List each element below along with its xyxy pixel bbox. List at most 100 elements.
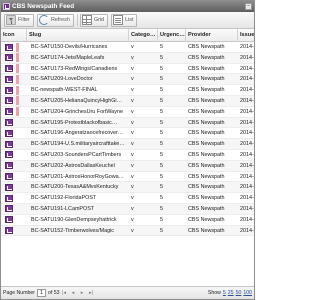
provider-cell: CBS Newspath	[188, 97, 225, 104]
column-header-slug[interactable]: Slug	[27, 29, 129, 42]
slug-cell: BC-SATU195-Protestblackofbasic…	[31, 119, 118, 126]
table-row[interactable]: BC-SATU152-Timberwolves/Magic v 5 CBS Newsp…	[1, 225, 254, 237]
list-view-button[interactable]: List	[111, 13, 138, 27]
toolbar-divider	[76, 14, 78, 26]
video-item-icon	[5, 173, 13, 181]
new-item-flag	[16, 85, 19, 95]
page-size-option[interactable]: 50	[236, 290, 242, 296]
new-item-flag	[16, 74, 19, 84]
slug-cell: BC-SATU202-AstrosDallasKeuchel	[31, 162, 115, 169]
collapse-button[interactable]: –	[245, 3, 252, 10]
table-row[interactable]: BC-SATU209-LoveDoctor v 5 CBS Newspath 2014-…	[1, 74, 254, 86]
page-size-option[interactable]: 25	[228, 290, 234, 296]
provider-cell: CBS Newspath	[188, 195, 225, 202]
urgency-cell: 5	[160, 216, 163, 223]
category-cell: v	[131, 76, 134, 83]
column-header-category[interactable]: Catego…	[129, 29, 158, 42]
table-row[interactable]: BC-SATU192-FloridaPOST v 5 CBS Newspath 2014…	[1, 193, 254, 204]
table-row[interactable]: BC-SATU150-Devils/Hurricanes v 5 CBS Newspa…	[1, 42, 254, 53]
new-item-flag	[16, 140, 19, 149]
category-cell: v	[131, 108, 134, 115]
category-cell: v	[131, 184, 134, 191]
video-item-icon	[5, 151, 13, 159]
table-row[interactable]: BC-SATU195-Protestblackofbasic… v 5 CBS New…	[1, 117, 254, 129]
grid-header: Icon Slug Catego… Urgenc… Provider Issue…	[1, 29, 254, 42]
video-item-icon	[5, 162, 13, 170]
provider-cell: CBS Newspath	[188, 205, 225, 212]
video-item-icon	[5, 119, 13, 127]
slug-cell: BC-SATU194-U.S.militaryaircrafttake…	[31, 141, 125, 148]
slug-cell: BC-SATU209-LoveDoctor	[31, 76, 93, 83]
column-header-issue-date[interactable]: Issue D	[238, 29, 254, 42]
new-item-flag	[16, 194, 19, 203]
provider-cell: CBS Newspath	[188, 162, 225, 169]
row-icon-cell	[1, 118, 27, 128]
last-page-icon[interactable]: ▸|	[88, 290, 95, 297]
first-page-icon[interactable]: |◂	[61, 290, 68, 297]
category-cell: v	[131, 130, 134, 137]
list-label: List	[125, 17, 134, 23]
slug-cell: BC-SATU173-RedWings/Canadiens	[31, 65, 118, 72]
table-row[interactable]: BC-SATU204-GrinchesUru FortWayne v 5 CBS Ne…	[1, 107, 254, 118]
newspath-feed-window: CBS Newspath Feed – Filter Refresh Grid …	[0, 0, 255, 300]
table-row[interactable]: BC-SATU201-AstrosHonorRoyGowa… v 5 CBS News…	[1, 172, 254, 183]
issue-date-cell: 2014-0	[240, 184, 254, 191]
new-item-flag	[16, 204, 19, 213]
video-item-icon	[5, 43, 13, 51]
page-size-option[interactable]: 100	[243, 290, 252, 296]
issue-date-cell: 2014-0	[240, 108, 254, 115]
issue-date-cell: 2014-0	[240, 54, 254, 61]
row-icon-cell	[1, 128, 27, 138]
new-item-flag	[16, 161, 19, 170]
row-icon-cell	[1, 53, 27, 63]
table-row[interactable]: BC-SATU202-AstrosDallasKeuchel v 5 CBS News…	[1, 160, 254, 172]
prev-page-icon[interactable]: ◂	[70, 290, 77, 297]
table-row[interactable]: BC-SATU190-GlenDempseyhattrick v 5 CBS News…	[1, 215, 254, 226]
table-row[interactable]: BC-newspath-WEST-FINAL v 5 CBS Newspath 2014…	[1, 85, 254, 96]
issue-date-cell: 2014-0	[240, 162, 254, 169]
table-row[interactable]: BC-SATU203-SoundersPCartTimbers v 5 CBS New…	[1, 150, 254, 161]
slug-cell: BC-SATU201-AstrosHonorRoyGowa…	[31, 173, 125, 180]
table-row[interactable]: BC-SATU200-TexasA&MvsKentucky v 5 CBS Newsp…	[1, 182, 254, 194]
video-item-icon	[5, 129, 13, 137]
column-header-icon[interactable]: Icon	[1, 29, 27, 42]
urgency-cell: 5	[160, 87, 163, 94]
refresh-button[interactable]: Refresh	[36, 13, 74, 27]
new-item-flag	[16, 172, 19, 181]
column-header-urgency[interactable]: Urgenc…	[158, 29, 186, 42]
grid-icon	[81, 15, 92, 25]
grid-view-button[interactable]: Grid	[79, 13, 109, 27]
page-count-text: of 53	[48, 290, 60, 296]
slug-cell: BC-SATU192-FloridaPOST	[31, 195, 97, 202]
slug-cell: BC-SATU191-LCamPOST	[31, 205, 95, 212]
new-item-flag	[16, 107, 19, 117]
category-cell: v	[131, 205, 134, 212]
issue-date-cell: 2014-0	[240, 97, 254, 104]
toolbar: Filter Refresh Grid List	[1, 12, 254, 29]
slug-cell: BC-SATU174-Jets/MapleLeafs	[31, 54, 105, 61]
row-icon-cell	[1, 204, 27, 214]
category-cell: v	[131, 227, 134, 234]
slug-cell: BC-newspath-WEST-FINAL	[31, 87, 98, 94]
issue-date-cell: 2014-0	[240, 76, 254, 83]
table-row[interactable]: BC-SATU196-Angeratzaocefrecover… v 5 CBS Ne…	[1, 128, 254, 140]
page-size-option[interactable]: 5	[223, 290, 226, 296]
new-item-flag	[16, 129, 19, 138]
table-row[interactable]: BC-SATU174-Jets/MapleLeafs v 5 CBS Newspath…	[1, 52, 254, 64]
page-number-input[interactable]: 1	[37, 289, 47, 297]
table-row[interactable]: BC-SATU194-U.S.militaryaircrafttake… v 5 CB…	[1, 139, 254, 150]
table-row[interactable]: BC-SATU191-LCamPOST v 5 CBS Newspath 2014-0	[1, 203, 254, 215]
urgency-cell: 5	[160, 162, 163, 169]
category-cell: v	[131, 141, 134, 148]
list-icon	[113, 15, 124, 25]
row-icon-cell	[1, 182, 27, 192]
category-cell: v	[131, 173, 134, 180]
next-page-icon[interactable]: ▸	[79, 290, 86, 297]
urgency-cell: 5	[160, 195, 163, 202]
column-header-provider[interactable]: Provider	[186, 29, 238, 42]
table-row[interactable]: BC-SATU173-RedWings/Canadiens v 5 CBS Newsp…	[1, 64, 254, 75]
table-row[interactable]: BC-SATU205-HelianaQuincyHighGi… v 5 CBS New…	[1, 95, 254, 107]
provider-cell: CBS Newspath	[188, 119, 225, 126]
filter-button[interactable]: Filter	[4, 13, 34, 27]
provider-cell: CBS Newspath	[188, 44, 225, 50]
